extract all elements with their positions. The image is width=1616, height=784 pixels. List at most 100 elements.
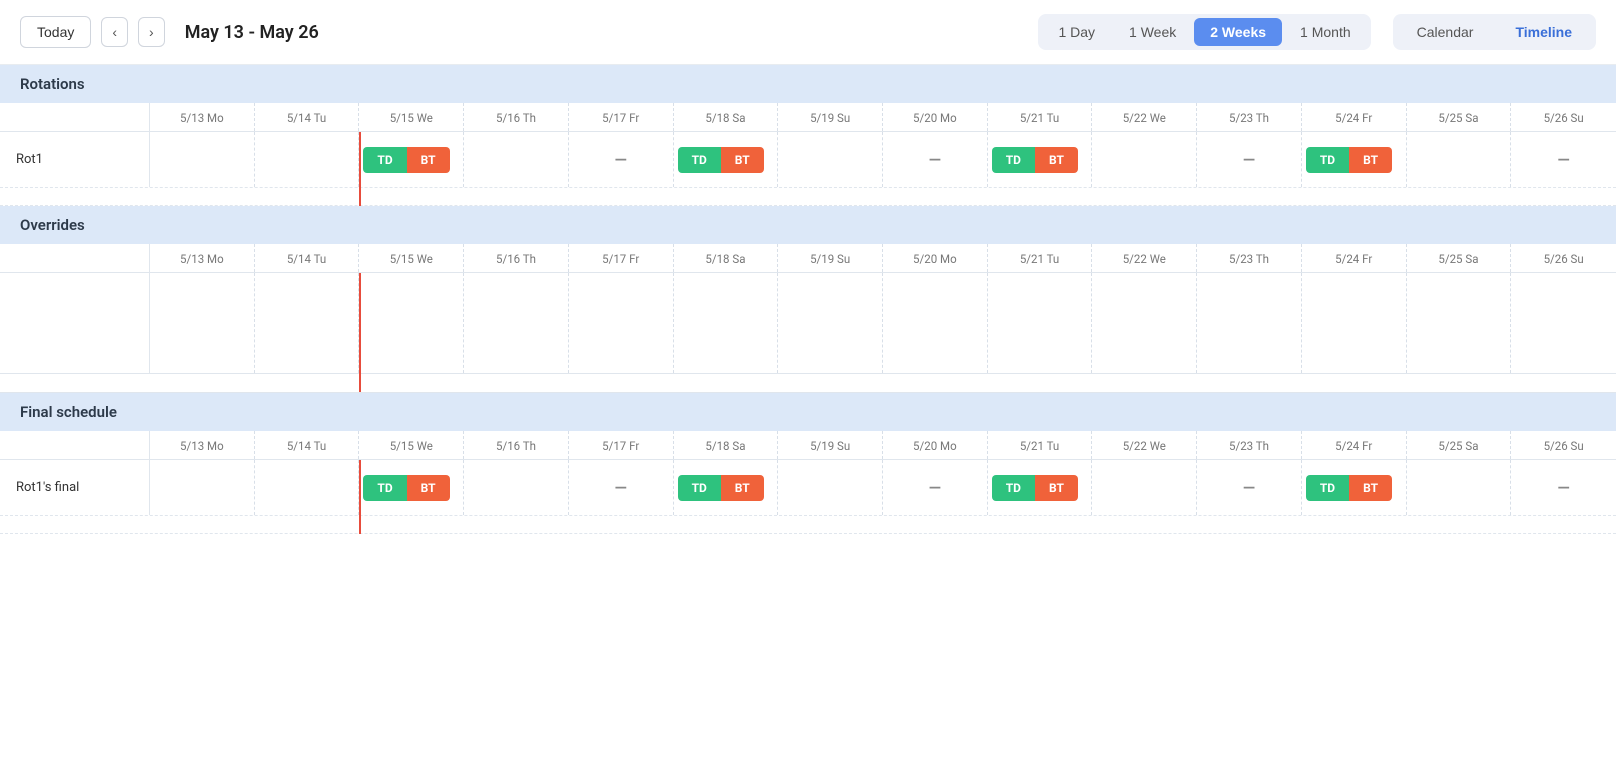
- ov-day-7: [883, 273, 988, 373]
- rf-event-td-1[interactable]: TD: [363, 475, 406, 501]
- ov-day-0: [150, 273, 255, 373]
- fs-date-header-8: 5/21 Tu: [988, 431, 1093, 459]
- ov-day-1: [255, 273, 360, 373]
- rot1-dash-2: —: [925, 150, 945, 169]
- date-header-1: 5/14 Tu: [255, 103, 360, 131]
- rot1-dash-4: —: [1554, 150, 1574, 169]
- date-header-0: 5/13 Mo: [150, 103, 255, 131]
- ov-label-cell: [0, 273, 150, 373]
- rot1-day-6: [778, 132, 883, 187]
- rot1-event-bt-4[interactable]: BT: [1349, 147, 1392, 173]
- final-label-spacer: [0, 431, 150, 459]
- rf-event-bt-3[interactable]: BT: [1035, 475, 1078, 501]
- ov-date-header-5: 5/18 Sa: [674, 244, 779, 272]
- rf-day-7: —: [883, 460, 988, 515]
- fs-date-header-5: 5/18 Sa: [674, 431, 779, 459]
- ov-day-11: [1302, 273, 1407, 373]
- rf-dash-1: —: [611, 478, 631, 497]
- mode-timeline[interactable]: Timeline: [1495, 18, 1592, 46]
- rf-day-10: —: [1197, 460, 1302, 515]
- overrides-section: Overrides 5/13 Mo 5/14 Tu 5/15 We 5/16 T…: [0, 206, 1616, 393]
- rf-event-bt-1[interactable]: BT: [407, 475, 450, 501]
- date-header-11: 5/24 Fr: [1302, 103, 1407, 131]
- date-header-7: 5/20 Mo: [883, 103, 988, 131]
- rf-day-3: [464, 460, 569, 515]
- rot1-event-bt-1[interactable]: BT: [407, 147, 450, 173]
- fs-date-header-13: 5/26 Su: [1511, 431, 1616, 459]
- rf-day-1: [255, 460, 360, 515]
- rot1-event-bt-2[interactable]: BT: [721, 147, 764, 173]
- fs-date-header-1: 5/14 Tu: [255, 431, 360, 459]
- ov-date-header-12: 5/25 Sa: [1407, 244, 1512, 272]
- overrides-label-spacer: [0, 244, 150, 272]
- rot1-event-td-3[interactable]: TD: [992, 147, 1035, 173]
- rf-event-bt-4[interactable]: BT: [1349, 475, 1392, 501]
- next-button[interactable]: ›: [138, 17, 165, 47]
- rot1-day-7: —: [883, 132, 988, 187]
- ov-date-header-13: 5/26 Su: [1511, 244, 1616, 272]
- today-button[interactable]: Today: [20, 16, 91, 48]
- rot1-day-2: TDBT: [359, 132, 464, 187]
- date-range: May 13 - May 26: [185, 22, 1019, 43]
- ov-date-header-4: 5/17 Fr: [569, 244, 674, 272]
- date-header-8: 5/21 Tu: [988, 103, 1093, 131]
- fs-date-header-7: 5/20 Mo: [883, 431, 988, 459]
- view-group: 1 Day 1 Week 2 Weeks 1 Month: [1038, 14, 1370, 50]
- rf-day-5: TDBT: [674, 460, 779, 515]
- prev-button[interactable]: ‹: [101, 17, 128, 47]
- ov-date-header-11: 5/24 Fr: [1302, 244, 1407, 272]
- ov-day-8: [988, 273, 1093, 373]
- rot1-day-13: —: [1511, 132, 1616, 187]
- rot1-day-0: [150, 132, 255, 187]
- rf-event-td-2[interactable]: TD: [678, 475, 721, 501]
- final-schedule-header: Final schedule: [0, 393, 1616, 431]
- fs-date-header-10: 5/23 Th: [1197, 431, 1302, 459]
- date-header-3: 5/16 Th: [464, 103, 569, 131]
- rf-event-td-3[interactable]: TD: [992, 475, 1035, 501]
- rot1-dash-3: —: [1239, 150, 1259, 169]
- rot1final-label: Rot1's final: [0, 460, 150, 515]
- rf-day-9: [1092, 460, 1197, 515]
- rot1-dash-1: —: [611, 150, 631, 169]
- fs-date-header-0: 5/13 Mo: [150, 431, 255, 459]
- rot1-day-10: —: [1197, 132, 1302, 187]
- ov-day-10: [1197, 273, 1302, 373]
- view-1day[interactable]: 1 Day: [1042, 18, 1111, 46]
- mode-calendar[interactable]: Calendar: [1397, 18, 1494, 46]
- mode-group: Calendar Timeline: [1393, 14, 1596, 50]
- date-header-12: 5/25 Sa: [1407, 103, 1512, 131]
- ov-date-header-2: 5/15 We: [359, 244, 464, 272]
- view-2weeks[interactable]: 2 Weeks: [1194, 18, 1282, 46]
- ov-date-header-0: 5/13 Mo: [150, 244, 255, 272]
- rotations-header: Rotations: [0, 65, 1616, 103]
- ov-date-header-1: 5/14 Tu: [255, 244, 360, 272]
- rot1final-row: Rot1's final TDBT — TDBT: [0, 460, 1616, 516]
- rot1-event-td-2[interactable]: TD: [678, 147, 721, 173]
- today-line-overrides: [359, 273, 361, 392]
- rf-day-4: —: [569, 460, 674, 515]
- rf-event-td-4[interactable]: TD: [1306, 475, 1349, 501]
- toolbar: Today ‹ › May 13 - May 26 1 Day 1 Week 2…: [0, 0, 1616, 65]
- overrides-header: Overrides: [0, 206, 1616, 244]
- fs-date-header-12: 5/25 Sa: [1407, 431, 1512, 459]
- fs-date-header-6: 5/19 Su: [778, 431, 883, 459]
- ov-day-9: [1092, 273, 1197, 373]
- rot1-event-bt-3[interactable]: BT: [1035, 147, 1078, 173]
- view-1week[interactable]: 1 Week: [1113, 18, 1192, 46]
- rf-event-bt-2[interactable]: BT: [721, 475, 764, 501]
- ov-date-header-3: 5/16 Th: [464, 244, 569, 272]
- rf-dash-3: —: [1239, 478, 1259, 497]
- rot1-event-td-1[interactable]: TD: [363, 147, 406, 173]
- ov-day-12: [1407, 273, 1512, 373]
- rf-day-13: —: [1511, 460, 1616, 515]
- ov-day-13: [1511, 273, 1616, 373]
- rf-dash-2: —: [925, 478, 945, 497]
- fs-date-header-3: 5/16 Th: [464, 431, 569, 459]
- fs-date-header-9: 5/22 We: [1092, 431, 1197, 459]
- rot1-day-1: [255, 132, 360, 187]
- rot1-event-td-4[interactable]: TD: [1306, 147, 1349, 173]
- view-1month[interactable]: 1 Month: [1284, 18, 1367, 46]
- ov-date-header-9: 5/22 We: [1092, 244, 1197, 272]
- rf-dash-4: —: [1554, 478, 1574, 497]
- ov-date-header-10: 5/23 Th: [1197, 244, 1302, 272]
